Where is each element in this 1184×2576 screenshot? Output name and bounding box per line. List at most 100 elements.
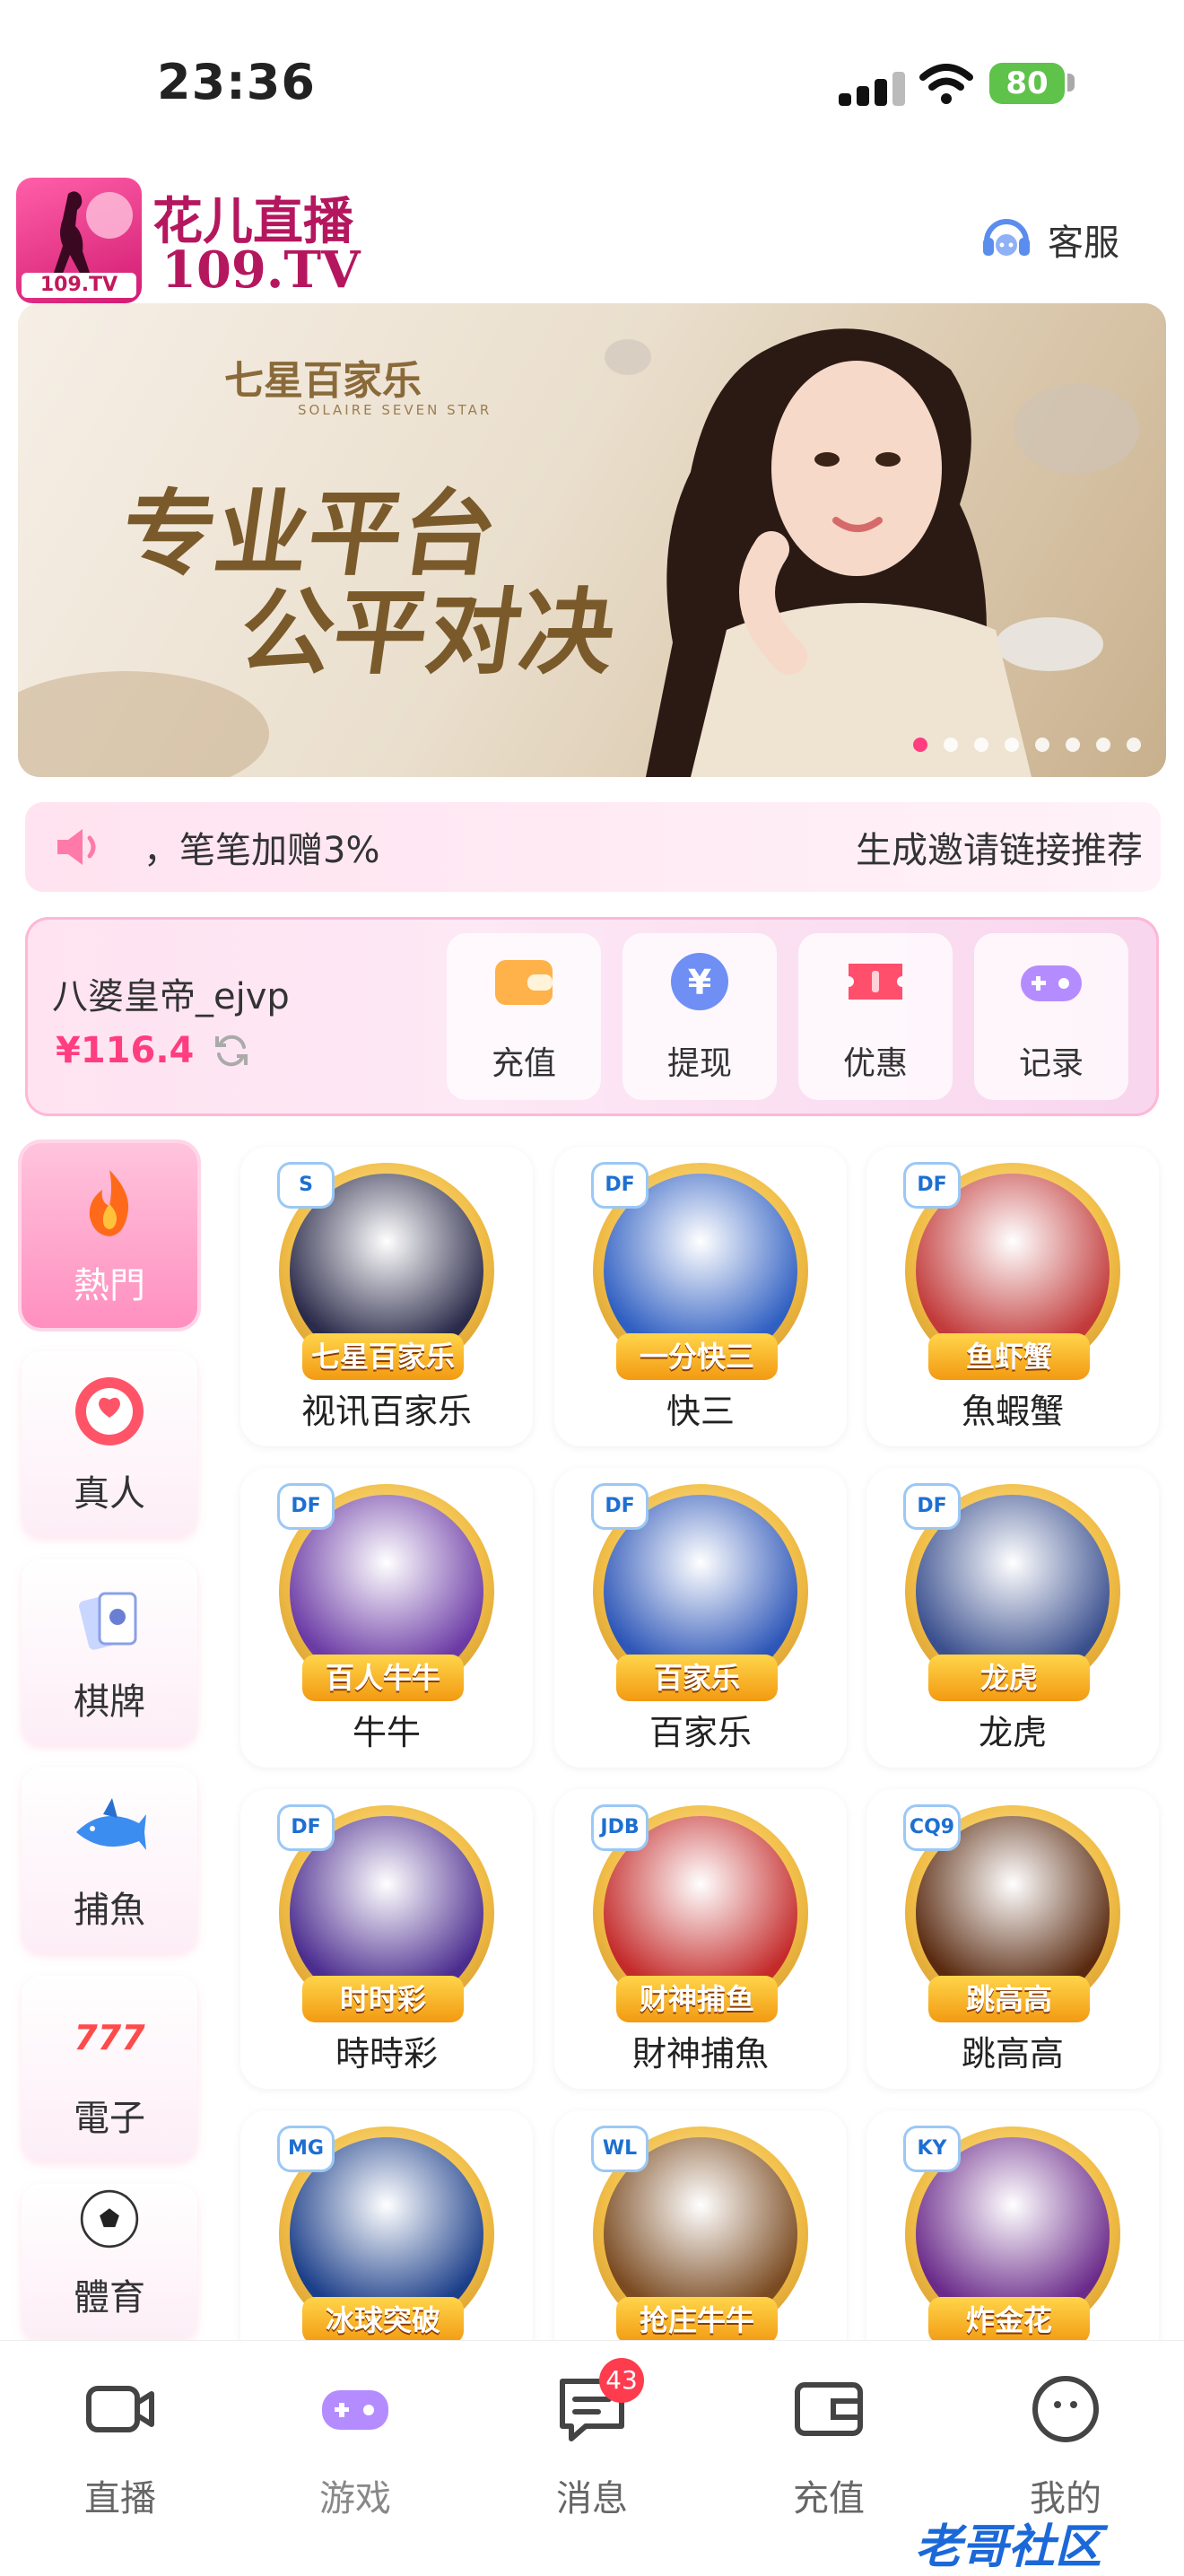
promotions-button[interactable]: 优惠	[798, 933, 953, 1100]
deposit-button[interactable]: 充值	[447, 933, 601, 1100]
game-name: 牛牛	[352, 1713, 421, 1752]
game-name: 跳高高	[961, 2034, 1064, 2074]
provider-badge: KY	[906, 2128, 958, 2170]
chip-icon	[75, 1377, 144, 1445]
game-ribbon: 鱼虾蟹	[928, 1333, 1090, 1380]
game-name: 快三	[666, 1392, 735, 1431]
speaker-icon	[57, 829, 96, 865]
nav-label: 充值	[793, 2478, 865, 2519]
shark-icon	[76, 1798, 146, 1850]
banner-model-image	[646, 328, 1032, 777]
category-label: 體育	[74, 2277, 145, 2318]
category-fishing[interactable]: 捕魚	[22, 1768, 197, 1952]
banner-dot[interactable]	[1127, 738, 1141, 752]
nav-label: 消息	[556, 2478, 628, 2519]
camera-icon	[86, 2386, 154, 2432]
nav-profile[interactable]: 我的	[985, 2369, 1146, 2521]
banner-dot[interactable]	[1035, 738, 1049, 752]
profile-icon	[1032, 2376, 1099, 2442]
game-ribbon: 一分快三	[616, 1333, 778, 1380]
category-live[interactable]: 真人	[22, 1351, 197, 1536]
nav-messages[interactable]: 消息	[511, 2369, 673, 2521]
wallet-icon	[795, 2382, 863, 2436]
banner-dot[interactable]	[944, 738, 958, 752]
balance-row: ¥116.4	[56, 1030, 251, 1071]
provider-badge: DF	[906, 1165, 958, 1206]
game-name: 財神捕魚	[631, 2034, 769, 2074]
marquee-text-next: 生成邀请链接推荐	[856, 830, 1143, 871]
provider-badge: MG	[280, 2128, 332, 2170]
balance-amount: ¥116.4	[56, 1030, 195, 1071]
records-label: 记录	[1018, 1045, 1084, 1082]
banner-brand-logo: 七星百家乐	[224, 358, 422, 404]
withdraw-button[interactable]: ¥ 提现	[622, 933, 777, 1100]
game-card[interactable]: 鱼虾蟹 DF 魚蝦蟹	[866, 1147, 1159, 1446]
cellular-signal-icon	[839, 70, 907, 106]
customer-service-button[interactable]: 客服	[978, 208, 1119, 271]
provider-badge: DF	[594, 1486, 646, 1527]
banner-dot[interactable]	[1096, 738, 1110, 752]
watermark: 老哥社区	[915, 2520, 1102, 2574]
banner-dot[interactable]	[974, 738, 988, 752]
game-name: 百家乐	[649, 1713, 752, 1752]
nav-recharge[interactable]: 充值	[748, 2369, 910, 2521]
category-cards[interactable]: 棋牌	[22, 1559, 197, 1744]
provider-badge: S	[280, 1165, 332, 1206]
provider-badge: CQ9	[906, 1807, 958, 1848]
refresh-icon[interactable]	[212, 1031, 251, 1070]
slot-777-icon: 777	[74, 2018, 145, 2057]
cards-icon	[79, 1592, 137, 1650]
game-name: 時時彩	[335, 2034, 438, 2074]
provider-badge: WL	[594, 2128, 646, 2170]
game-card[interactable]: 财神捕鱼 JDB 財神捕魚	[554, 1789, 847, 2089]
records-button[interactable]: 记录	[974, 933, 1128, 1100]
game-card[interactable]: 百人牛牛 DF 牛牛	[240, 1468, 533, 1768]
customer-service-label: 客服	[1048, 223, 1119, 264]
withdraw-label: 提现	[666, 1045, 732, 1082]
headset-icon	[983, 219, 1030, 256]
category-label: 真人	[74, 1473, 145, 1515]
svg-text:¥: ¥	[688, 963, 711, 1002]
gamepad-icon	[1021, 965, 1082, 1001]
battery-indicator: 80	[989, 63, 1065, 104]
nav-label: 游戏	[319, 2478, 391, 2519]
game-ribbon: 百家乐	[616, 1655, 778, 1701]
nav-label: 直播	[84, 2478, 156, 2519]
game-card[interactable]: 龙虎 DF 龙虎	[866, 1468, 1159, 1768]
provider-badge: JDB	[594, 1807, 646, 1848]
marquee-text: ，笔笔加赠3%	[144, 830, 380, 871]
battery-tip	[1067, 74, 1075, 92]
banner-dot[interactable]	[1066, 738, 1080, 752]
announcement-marquee[interactable]: ，笔笔加赠3% 生成邀请链接推荐	[25, 802, 1161, 892]
nav-live[interactable]: 直播	[39, 2369, 201, 2521]
game-ribbon: 跳高高	[928, 1976, 1090, 2022]
game-ribbon: 冰球突破	[302, 2297, 464, 2344]
promotions-label: 优惠	[842, 1045, 908, 1082]
wallet-icon	[495, 960, 553, 1005]
banner-dot[interactable]	[913, 738, 927, 752]
game-ribbon: 百人牛牛	[302, 1655, 464, 1701]
game-ribbon: 财神捕鱼	[616, 1976, 778, 2022]
nav-games[interactable]: 游戏	[274, 2369, 436, 2521]
category-slots[interactable]: 777 電子	[22, 1976, 197, 2161]
category-label: 電子	[74, 2098, 145, 2139]
game-card[interactable]: 一分快三 DF 快三	[554, 1147, 847, 1446]
category-label: 捕魚	[74, 1890, 145, 1931]
banner-dot[interactable]	[1005, 738, 1019, 752]
ticket-icon	[849, 964, 902, 1000]
game-card[interactable]: 七星百家乐 S 视讯百家乐	[240, 1147, 533, 1446]
category-sports[interactable]: 體育	[22, 2184, 197, 2340]
category-hot[interactable]: 熱門	[22, 1143, 197, 1328]
game-card[interactable]: 跳高高 CQ9 跳高高	[866, 1789, 1159, 2089]
provider-badge: DF	[594, 1165, 646, 1206]
svg-text:777: 777	[74, 2018, 145, 2057]
game-ribbon: 炸金花	[928, 2297, 1090, 2344]
yuan-icon: ¥	[671, 953, 728, 1010]
game-card[interactable]: 百家乐 DF 百家乐	[554, 1468, 847, 1768]
game-card[interactable]: 时时彩 DF 時時彩	[240, 1789, 533, 2089]
banner-pagination[interactable]	[913, 738, 1141, 752]
game-ribbon: 抢庄牛牛	[616, 2297, 778, 2344]
logo-tv-text: 109.TV	[22, 273, 136, 298]
username: 八婆皇帝_ejvp	[52, 976, 290, 1017]
category-label: 棋牌	[74, 1681, 145, 1723]
